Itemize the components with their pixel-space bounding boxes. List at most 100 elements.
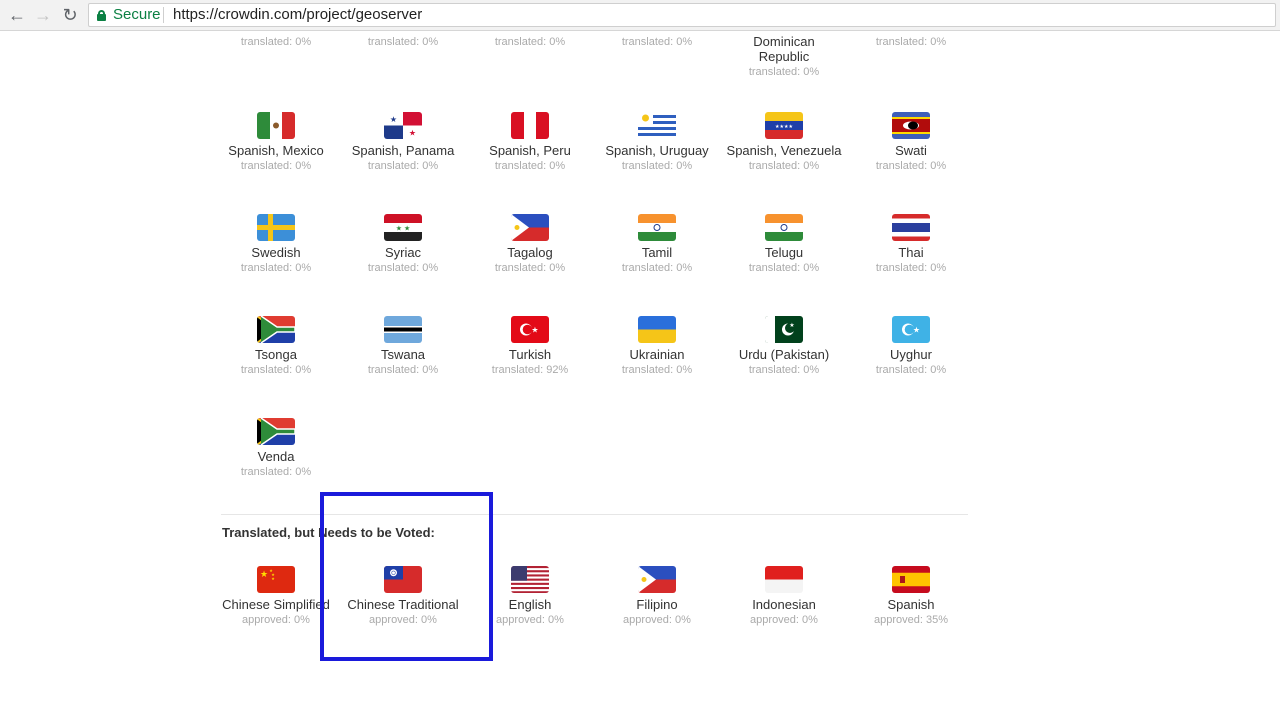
language-name: Filipino (636, 597, 678, 612)
language-status: translated: 0% (621, 160, 693, 172)
language-item-tswana[interactable]: Tswana translated: 0% (338, 316, 468, 378)
language-status: translated: 0% (240, 466, 312, 478)
svg-text:★: ★ (531, 326, 538, 335)
language-item[interactable]: Dominican Republic translated: 0% (719, 34, 849, 80)
language-status: approved: 35% (874, 614, 948, 626)
language-status: translated: 0% (367, 36, 439, 48)
language-item[interactable]: translated: 0% (465, 34, 595, 50)
language-status: translated: 0% (494, 262, 566, 274)
svg-text:★★★★: ★★★★ (775, 124, 793, 130)
browser-toolbar: ← → ↻ Secure https://crowdin.com/project… (0, 0, 1280, 31)
language-name: Swedish (251, 245, 301, 260)
language-name: Venda (257, 449, 295, 464)
language-name: Indonesian (752, 597, 816, 612)
language-status: translated: 0% (748, 66, 820, 78)
india-flag-icon (638, 214, 676, 241)
language-name: Swati (895, 143, 927, 158)
language-item-telugu[interactable]: Telugu translated: 0% (719, 214, 849, 276)
language-item-tamil[interactable]: Tamil translated: 0% (592, 214, 722, 276)
language-status: translated: 0% (748, 262, 820, 274)
sweden-flag-icon (257, 214, 295, 241)
language-status: translated: 0% (367, 160, 439, 172)
east-turkestan-flag-icon: ★ (892, 316, 930, 343)
language-name: Spanish, Venezuela (726, 143, 842, 158)
south-africa-flag-icon (257, 316, 295, 343)
language-item[interactable]: translated: 0% (592, 34, 722, 50)
address-bar[interactable]: Secure https://crowdin.com/project/geose… (88, 3, 1276, 27)
language-status: translated: 0% (494, 160, 566, 172)
language-status: translated: 0% (240, 364, 312, 376)
language-name: Spanish (887, 597, 935, 612)
language-status: translated: 0% (367, 262, 439, 274)
mexico-flag-icon (257, 112, 295, 139)
language-item-spanish-panama[interactable]: ★ ★ Spanish, Panama translated: 0% (338, 112, 468, 174)
svg-text:★: ★ (390, 115, 397, 124)
language-item-spanish-uruguay[interactable]: Spanish, Uruguay translated: 0% (592, 112, 722, 174)
language-item-syriac[interactable]: ★ ★ Syriac translated: 0% (338, 214, 468, 276)
language-name: Spanish, Uruguay (605, 143, 709, 158)
language-item-tsonga[interactable]: Tsonga translated: 0% (211, 316, 341, 378)
language-name: Tagalog (507, 245, 553, 260)
south-africa-flag-icon (257, 418, 295, 445)
language-item[interactable]: translated: 0% (846, 34, 976, 50)
language-item-urdu-pakistan[interactable]: ★ Urdu (Pakistan) translated: 0% (719, 316, 849, 378)
language-name: Uyghur (890, 347, 932, 362)
omnibox-divider (163, 7, 164, 23)
language-name: Urdu (Pakistan) (738, 347, 830, 362)
language-item-thai[interactable]: Thai translated: 0% (846, 214, 976, 276)
reload-button[interactable]: ↻ (58, 4, 82, 26)
language-item-tagalog[interactable]: Tagalog translated: 0% (465, 214, 595, 276)
spain-flag-icon (892, 566, 930, 593)
language-name: Thai (898, 245, 924, 260)
language-item-spanish-peru[interactable]: Spanish, Peru translated: 0% (465, 112, 595, 174)
language-item-ukrainian[interactable]: Ukrainian translated: 0% (592, 316, 722, 378)
language-status: translated: 0% (875, 262, 947, 274)
svg-text:★: ★ (789, 322, 794, 329)
language-item[interactable]: translated: 0% (338, 34, 468, 50)
language-item[interactable]: translated: 0% (211, 34, 341, 50)
language-item-swedish[interactable]: Swedish translated: 0% (211, 214, 341, 276)
language-item-uyghur[interactable]: ★ Uyghur translated: 0% (846, 316, 976, 378)
language-status: translated: 0% (621, 364, 693, 376)
language-item-spanish-venezuela[interactable]: ★★★★ Spanish, Venezuela translated: 0% (719, 112, 849, 174)
language-status: translated: 0% (621, 262, 693, 274)
language-status: translated: 0% (875, 364, 947, 376)
thailand-flag-icon (892, 214, 930, 241)
arrow-right-icon: → (34, 5, 52, 25)
india-flag-icon (765, 214, 803, 241)
language-item-indonesian[interactable]: Indonesian approved: 0% (719, 566, 849, 628)
language-status: translated: 92% (491, 364, 569, 376)
language-name: Ukrainian (629, 347, 685, 362)
language-item-spanish[interactable]: Spanish approved: 35% (846, 566, 976, 628)
indonesia-flag-icon (765, 566, 803, 593)
language-item-spanish-mexico[interactable]: Spanish, Mexico translated: 0% (211, 112, 341, 174)
secure-label: Secure (113, 6, 161, 23)
language-status: translated: 0% (240, 160, 312, 172)
language-item-swati[interactable]: Swati translated: 0% (846, 112, 976, 174)
language-item-venda[interactable]: Venda translated: 0% (211, 418, 341, 480)
svg-text:★ ★: ★ ★ (396, 225, 411, 233)
language-name: Telugu (764, 245, 804, 260)
china-flag-icon: ★ ★ ★ ★ (257, 566, 295, 593)
language-name: Dominican Republic (753, 34, 815, 64)
language-item-turkish[interactable]: ★ Turkish translated: 92% (465, 316, 595, 378)
uruguay-flag-icon (638, 112, 676, 139)
ukraine-flag-icon (638, 316, 676, 343)
language-item-filipino[interactable]: Filipino approved: 0% (592, 566, 722, 628)
language-status: translated: 0% (748, 160, 820, 172)
language-status: translated: 0% (875, 160, 947, 172)
pakistan-flag-icon: ★ (765, 316, 803, 343)
url-text[interactable]: https://crowdin.com/project/geoserver (173, 6, 422, 23)
turkey-flag-icon: ★ (511, 316, 549, 343)
language-status: translated: 0% (875, 36, 947, 48)
language-name: Syriac (384, 245, 422, 260)
svg-text:★: ★ (409, 129, 416, 138)
reload-icon: ↻ (62, 5, 78, 25)
forward-button[interactable]: → (31, 4, 55, 26)
philippines-flag-icon (638, 566, 676, 593)
venezuela-flag-icon: ★★★★ (765, 112, 803, 139)
svg-text:★: ★ (271, 576, 275, 581)
language-status: translated: 0% (240, 36, 312, 48)
language-status: translated: 0% (240, 262, 312, 274)
back-button[interactable]: ← (5, 4, 29, 26)
